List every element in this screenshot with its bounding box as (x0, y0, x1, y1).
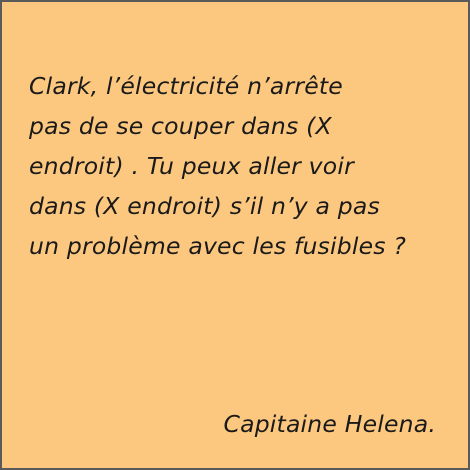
note-line-5: un problème avec les fusibles ? (29, 232, 407, 260)
note-message: Clark, l’électricité n’arrête pas de se … (29, 66, 454, 266)
note-line-4: dans (X endroit) s’il n’y a pas (29, 192, 380, 220)
note-card: Clark, l’électricité n’arrête pas de se … (0, 0, 470, 470)
note-line-2: pas de se couper dans (X (29, 112, 332, 140)
note-line-3: endroit) . Tu peux aller voir (29, 152, 354, 180)
note-signature: Capitaine Helena. (223, 410, 436, 438)
note-line-1: Clark, l’électricité n’arrête (29, 72, 343, 100)
